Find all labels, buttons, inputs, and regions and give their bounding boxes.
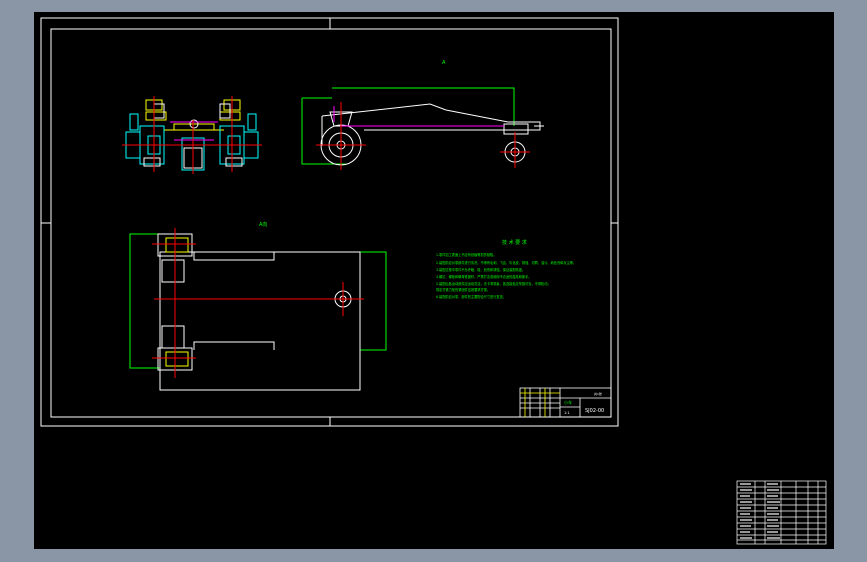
side-elevation-view: A: [301, 60, 544, 170]
tech-note-4: 4.螺钉、螺栓和螺母紧固时，严禁打击或使用不合适的旋具和扳手。: [436, 274, 531, 279]
tech-note-2: 2.装配前应对零部件进行清洗，不得有毛刺、飞边、氧化皮、锈蚀、切屑、油污、着色剂…: [436, 260, 576, 265]
front-section-view: [122, 96, 262, 174]
sheet-outer-border: [40, 17, 619, 427]
cad-viewport[interactable]: A A向 技 术 要 求 1.零件加工表面上不应有划痕等损伤缺陷。 2.装配前应…: [34, 12, 834, 549]
title-block-drawing-no: SJ02-00: [585, 408, 604, 414]
view-label-b: A向: [259, 221, 267, 228]
tech-title: 技 术 要 求: [502, 239, 527, 246]
title-block-scale: 1:1: [564, 411, 570, 415]
technical-requirements: 技 术 要 求 1.零件加工表面上不应有划痕等损伤缺陷。 2.装配前应对零部件进…: [436, 239, 576, 299]
title-block-name: 小车: [564, 399, 572, 405]
centering-marks: [41, 18, 618, 426]
tech-note-1: 1.零件加工表面上不应有划痕等损伤缺陷。: [436, 252, 496, 257]
tech-note-3: 3.装配过程中零件不允许磕、碰、划伤和锈蚀，保证装配精度。: [436, 267, 525, 272]
plan-view: A向: [129, 221, 387, 391]
tech-note-7: 6.装配前应对零、部件的主要配合尺寸进行复查。: [436, 294, 506, 299]
sheet-inner-border: [50, 28, 612, 418]
cad-drawing: A A向 技 术 要 求 1.零件加工表面上不应有划痕等损伤缺陷。 2.装配前应…: [40, 17, 827, 545]
view-label-a: A: [442, 60, 446, 66]
title-block-sheet: 共1张: [594, 391, 602, 396]
tech-note-5: 5.装配后各运动部件应运动灵活，无卡滞现象，各连接处应牢固可靠，不得松动；: [436, 281, 551, 286]
tech-note-6: 规定拧紧力矩的紧固件应按要求拧紧。: [436, 287, 490, 292]
title-block: 小车 1:1 SJ02-00 共1张: [519, 387, 612, 418]
